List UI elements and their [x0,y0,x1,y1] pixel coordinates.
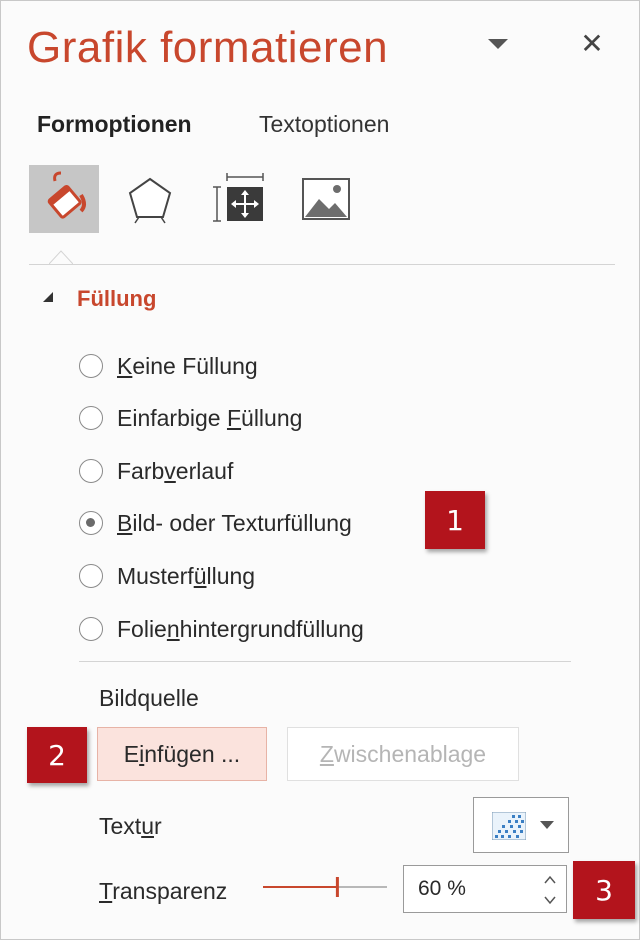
divider [79,661,571,662]
radio-button[interactable] [79,564,103,588]
radio-label: Folienhintergrundfüllung [117,615,364,642]
transparency-slider[interactable] [263,875,387,899]
callout-badge-1: 1 [425,491,485,549]
pane-title: Grafik formatieren [27,23,389,72]
radio-button[interactable] [79,617,103,641]
effects-tab[interactable] [115,165,185,233]
texture-dropdown[interactable] [473,797,569,853]
collapse-triangle-icon [43,292,53,302]
active-tab-pointer [49,250,73,265]
bildquelle-label: Bildquelle [99,685,199,711]
size-properties-tab[interactable] [205,165,275,233]
close-icon[interactable]: ✕ [577,29,607,59]
pane-options-chevron-down-icon[interactable] [485,35,511,53]
pentagon-icon [128,177,172,224]
radio-button[interactable] [79,354,103,378]
slider-thumb [335,877,339,897]
texture-swatch-icon [492,812,526,840]
transparency-spinner[interactable]: 60 % [403,865,567,913]
radio-no-fill[interactable]: Keine Füllung [79,351,258,381]
transparency-label: Transparenz [99,878,228,904]
callout-badge-2: 2 [27,727,87,783]
chevron-down-icon [540,821,554,829]
radio-picture-texture-fill[interactable]: Bild- oder Texturfüllung [79,508,352,538]
texture-label: Textur [99,813,162,839]
radio-label: Musterfüllung [117,562,256,589]
radio-gradient-fill[interactable]: Farbverlauf [79,456,233,486]
spin-down-icon[interactable] [540,891,560,909]
size-position-icon [213,173,264,222]
transparency-value[interactable]: 60 % [418,877,466,901]
radio-label: Farbverlauf [117,457,234,484]
radio-pattern-fill[interactable]: Musterfüllung [79,561,255,591]
spin-up-icon[interactable] [540,871,560,889]
clipboard-button[interactable]: Zwischenablage [287,727,519,781]
radio-label: Bild- oder Texturfüllung [117,509,352,536]
picture-tab[interactable] [291,165,361,233]
radio-button-selected[interactable] [79,511,103,535]
insert-picture-button[interactable]: Ei nfügen ... [97,727,267,781]
tab-textoptionen[interactable]: Textoptionen [259,111,389,138]
divider [29,264,615,265]
format-picture-pane: Grafik formatieren ✕ Formoptionen Textop… [0,0,640,940]
radio-label: Keine Füllung [117,352,258,379]
radio-label: Einfarbige Füllung [117,404,303,431]
fill-line-tab[interactable] [29,165,99,233]
paint-bucket-icon [47,171,86,219]
radio-slide-background-fill[interactable]: Folienhintergrundfüllung [79,614,364,644]
radio-button[interactable] [79,459,103,483]
section-title: Füllung [77,286,157,311]
tab-formoptionen[interactable]: Formoptionen [37,111,192,138]
radio-solid-fill[interactable]: Einfarbige Füllung [79,403,302,433]
callout-badge-3: 3 [573,861,635,919]
radio-button[interactable] [79,406,103,430]
picture-icon [302,178,350,220]
